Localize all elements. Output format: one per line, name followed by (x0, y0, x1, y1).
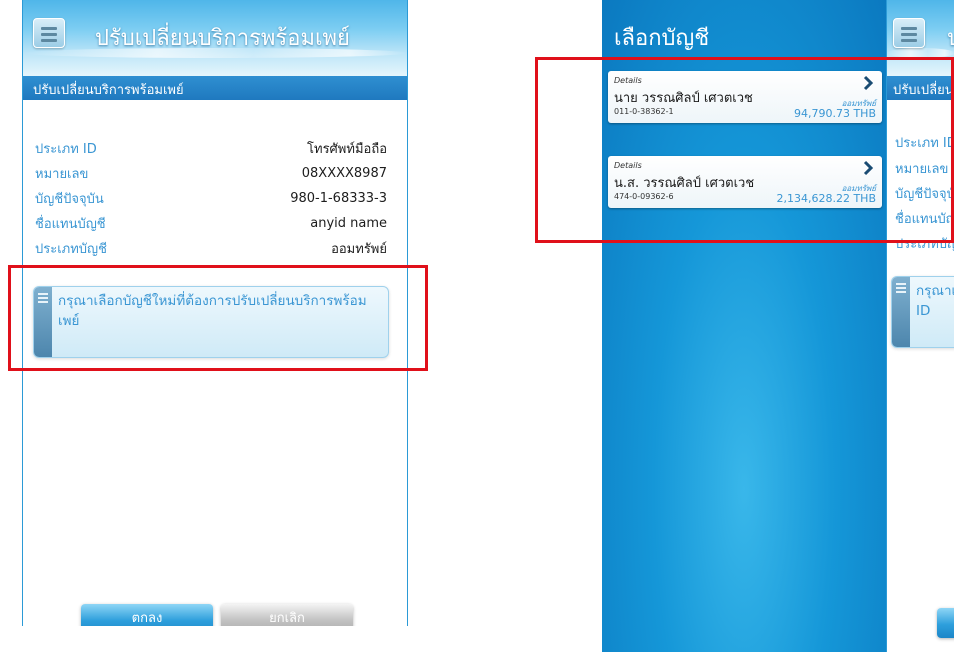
info-value: 08XXXX8987 (301, 166, 387, 181)
highlight-box-select-panel (8, 265, 428, 371)
select-new-account-panel[interactable]: กรุณาเลื ID (891, 276, 954, 348)
info-label: ประเภทบัญชี (35, 242, 107, 257)
info-value: 980-1-68333-3 (290, 191, 387, 206)
info-row-account-type: ประเภทบัญชี ออมทรัพย์ (35, 236, 387, 261)
info-value: โทรศัพท์มือถือ (307, 142, 387, 157)
info-value: anyid name (310, 216, 387, 231)
section-header: ปรับเปลี่ยนบริการพร้อมเพย์ (23, 76, 407, 100)
section-title: ปรับเปลี่ยนบริการพร้อมเพย์ (33, 83, 184, 98)
ok-button[interactable]: ตกลง (81, 604, 213, 626)
info-value: ออมทรัพย์ (331, 242, 387, 257)
account-info-table: ประเภท ID โทรศัพท์มือถือ หมายเลข 08XXXX8… (35, 136, 387, 261)
select-account-prompt: กรุณาเลื ID (916, 281, 954, 321)
header-bar: ปรับเปลี่ยนบริการพร้อมเพย์ (23, 0, 407, 76)
menu-icon[interactable] (33, 18, 65, 48)
menu-icon[interactable] (893, 18, 925, 48)
info-label: ประเภท ID (35, 142, 97, 157)
page-title: ปรับเปลี่ยนบริการพร้อมเพย์ (95, 26, 350, 51)
cancel-button[interactable]: ยกเลิก (221, 604, 353, 626)
info-label: ชื่อแทนบัญชี (35, 217, 106, 232)
info-label: หมายเลข (35, 167, 89, 182)
prompt-fragment: กรุณาเลื (916, 283, 954, 299)
highlight-box-account-list (535, 57, 954, 243)
info-row-id-type: ประเภท ID โทรศัพท์มือถือ (35, 136, 387, 161)
ok-button[interactable] (937, 608, 954, 638)
drawer-handle-icon[interactable] (892, 277, 910, 347)
info-label: บัญชีปัจจุบัน (35, 192, 104, 207)
page-title: ป (947, 20, 954, 55)
info-row-account-alias: ชื่อแทนบัญชี anyid name (35, 211, 387, 236)
info-row-current-account: บัญชีปัจจุบัน 980-1-68333-3 (35, 186, 387, 211)
info-row-number: หมายเลข 08XXXX8987 (35, 161, 387, 186)
prompt-fragment-id: ID (916, 303, 931, 319)
drawer-title: เลือกบัญชี (614, 26, 710, 51)
